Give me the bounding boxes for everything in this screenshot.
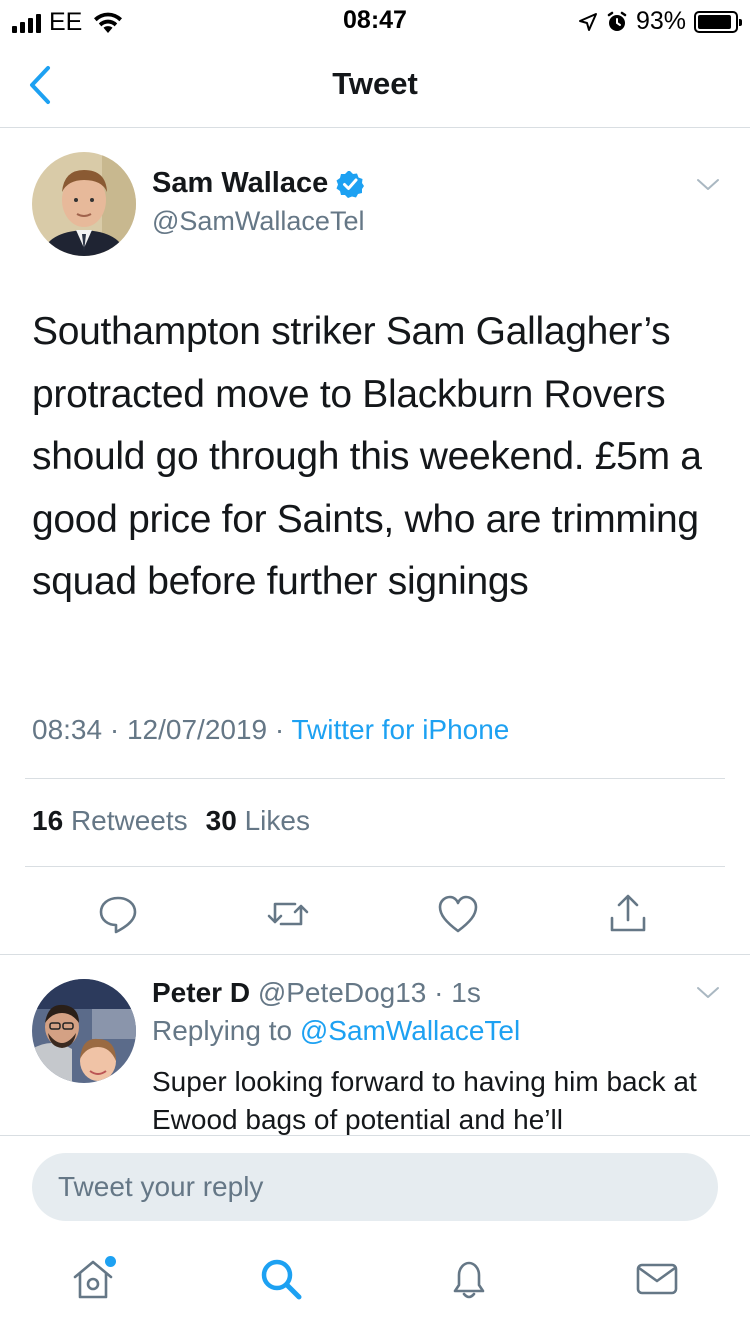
tweet-options-chevron-icon[interactable] (696, 177, 720, 193)
retweets-stat[interactable]: 16 Retweets (32, 805, 188, 836)
retweets-label: Retweets (70, 805, 188, 836)
status-right: 93% (578, 7, 742, 36)
share-icon[interactable] (606, 892, 650, 936)
nav-header: Tweet (0, 42, 750, 128)
verified-badge-icon (336, 170, 365, 198)
author-avatar-image (32, 152, 136, 256)
tweet-source-link[interactable]: Twitter for iPhone (292, 714, 510, 745)
like-heart-icon[interactable] (436, 892, 480, 936)
reply-tweet[interactable]: Peter D @PeteDog13 · 1s Replying to @Sam… (0, 955, 750, 1135)
reply-avatar[interactable] (32, 979, 136, 1083)
home-notification-dot (105, 1256, 116, 1267)
location-arrow-icon (578, 12, 597, 31)
author-handle[interactable]: @SamWallaceTel (152, 206, 364, 237)
notifications-bell-icon[interactable] (446, 1256, 492, 1302)
page-title: Tweet (332, 66, 418, 101)
retweet-icon[interactable] (266, 892, 310, 936)
divider (25, 866, 725, 867)
battery-icon (694, 10, 742, 33)
reply-input[interactable] (32, 1153, 718, 1221)
tweet-stats: 16 Retweets 30 Likes (32, 805, 310, 837)
author-avatar[interactable] (32, 152, 136, 256)
meta-separator: · (102, 714, 127, 745)
likes-count: 30 (205, 805, 237, 836)
reply-author-name[interactable]: Peter D (152, 977, 250, 1008)
tab-bar (0, 1256, 750, 1316)
reply-author-handle[interactable]: @PeteDog13 (258, 977, 427, 1008)
meta-separator: · (267, 714, 292, 745)
reply-avatar-image (32, 979, 136, 1083)
tweet-meta: 08:34 · 12/07/2019 · Twitter for iPhone (32, 714, 509, 746)
search-icon[interactable] (258, 1256, 304, 1302)
tweet-date: 12/07/2019 (126, 714, 268, 745)
tweet-text: Southampton striker Sam Gallagher’s prot… (32, 310, 702, 603)
replying-to-handle[interactable]: @SamWallaceTel (300, 1015, 520, 1046)
reply-icon[interactable] (96, 892, 140, 936)
reply-header: Peter D @PeteDog13 · 1s (152, 977, 481, 1009)
reply-text: Super looking forward to having him back… (152, 1066, 697, 1135)
likes-stat[interactable]: 30 Likes (206, 805, 310, 836)
tweet-time: 08:34 (32, 714, 103, 745)
battery-percent: 93% (635, 7, 686, 35)
reply-options-chevron-icon[interactable] (696, 985, 720, 1001)
tweet-actions (0, 884, 750, 944)
reply-separator: · (426, 977, 452, 1008)
retweets-count: 16 (32, 805, 64, 836)
author-name-text: Sam Wallace (152, 167, 329, 199)
divider (25, 778, 725, 779)
battery-level (698, 14, 732, 29)
alarm-icon (607, 11, 627, 31)
reply-time: 1s (451, 977, 481, 1008)
likes-label: Likes (244, 805, 310, 836)
messages-envelope-icon[interactable] (634, 1256, 680, 1302)
compose-bar (0, 1135, 750, 1334)
replying-to-line: Replying to @SamWallaceTel (152, 1015, 520, 1047)
replying-to-label: Replying to (152, 1015, 293, 1046)
author-name[interactable]: Sam Wallace (152, 167, 365, 200)
status-bar: EE 08:47 93% (0, 0, 750, 42)
